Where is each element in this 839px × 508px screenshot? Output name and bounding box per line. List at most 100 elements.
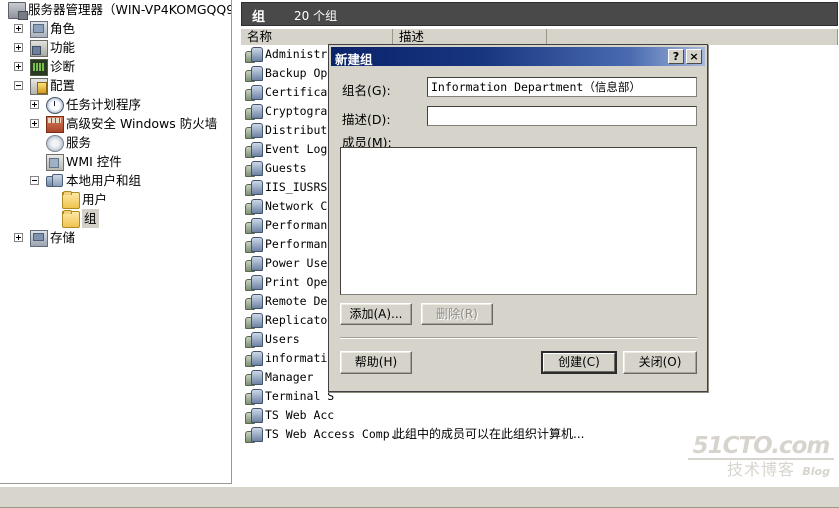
group-name-cell: Users bbox=[265, 332, 300, 346]
group-icon bbox=[245, 123, 263, 139]
diagnostics-icon bbox=[30, 59, 48, 76]
group-icon bbox=[245, 313, 263, 329]
wmi-icon bbox=[46, 154, 64, 171]
configuration-icon bbox=[30, 78, 48, 95]
tree-item-label: 角色 bbox=[50, 21, 76, 36]
group-name-cell: Backup Ope bbox=[265, 66, 335, 80]
column-header-描述[interactable]: 描述 bbox=[393, 29, 547, 45]
watermark-site: 51CTO.com bbox=[688, 434, 834, 460]
tree-item-label: 本地用户和组 bbox=[66, 173, 142, 188]
expand-icon[interactable] bbox=[30, 119, 39, 128]
group-icon bbox=[245, 237, 263, 253]
new-group-dialog[interactable]: 新建组 ? × 组名(G): Information Department（信息… bbox=[328, 44, 708, 392]
collapse-icon[interactable] bbox=[30, 176, 39, 185]
group-icon bbox=[245, 66, 263, 82]
tree-item-label: 组 bbox=[82, 209, 99, 228]
group-name-cell: Performanc bbox=[265, 218, 335, 232]
tree-item-角色[interactable]: 角色 bbox=[0, 19, 231, 38]
help-icon[interactable]: ? bbox=[668, 49, 684, 64]
column-header-row[interactable]: 名称 描述 bbox=[241, 28, 838, 45]
description-input[interactable] bbox=[427, 106, 697, 126]
tree-item-label: 功能 bbox=[50, 40, 76, 55]
tree-item-label: 存储 bbox=[50, 230, 76, 245]
group-icon bbox=[245, 427, 263, 443]
tree-item-任务计划程序[interactable]: 任务计划程序 bbox=[0, 95, 231, 114]
group-icon bbox=[245, 408, 263, 424]
tree-item-label: 诊断 bbox=[50, 59, 76, 74]
list-title-text: 组 bbox=[252, 10, 266, 25]
watermark-subtitle: 技术博客 Blog bbox=[688, 460, 834, 480]
group-name-cell: Replicator bbox=[265, 313, 335, 327]
group-icon bbox=[245, 104, 263, 120]
tree-item-高级安全 Windows 防火墙[interactable]: 高级安全 Windows 防火墙 bbox=[0, 114, 231, 133]
expand-icon[interactable] bbox=[14, 43, 23, 52]
group-name-cell: Guests bbox=[265, 161, 307, 175]
group-icon bbox=[245, 275, 263, 291]
folder-icon bbox=[62, 210, 80, 228]
local-users-groups-icon bbox=[46, 173, 63, 188]
group-name-cell: Network Co bbox=[265, 199, 335, 213]
console-tree-panel[interactable]: 服务器管理器（WIN-VP4KOMGQQ9F） 角色功能诊断配置任务计划程序 高级… bbox=[0, 0, 232, 484]
tree-item-root[interactable]: 服务器管理器（WIN-VP4KOMGQQ9F） bbox=[0, 0, 231, 20]
column-header-名称[interactable]: 名称 bbox=[241, 29, 393, 45]
group-icon bbox=[245, 180, 263, 196]
service-icon bbox=[46, 135, 64, 152]
add-member-button[interactable]: 添加(A)... bbox=[340, 303, 412, 325]
expand-icon[interactable] bbox=[14, 62, 23, 71]
table-row[interactable]: TS Web Acc bbox=[241, 406, 838, 425]
tree-item-WMI 控件[interactable]: WMI 控件 bbox=[0, 152, 231, 171]
tree-item-配置[interactable]: 配置 bbox=[0, 76, 231, 95]
group-name-cell: Distribute bbox=[265, 123, 335, 137]
collapse-icon[interactable] bbox=[14, 81, 23, 90]
dialog-close-button[interactable]: 关闭(O) bbox=[623, 351, 697, 374]
tree-item-本地用户和组[interactable]: 本地用户和组 bbox=[0, 171, 231, 190]
dialog-help-button[interactable]: 帮助(H) bbox=[340, 351, 412, 374]
members-listbox[interactable] bbox=[340, 147, 697, 295]
tree-item-存储[interactable]: 存储 bbox=[0, 228, 231, 247]
expand-icon[interactable] bbox=[14, 24, 23, 33]
group-name-cell: TS Web Access Comp... bbox=[265, 427, 411, 441]
tree-item-诊断[interactable]: 诊断 bbox=[0, 57, 231, 76]
expand-icon[interactable] bbox=[14, 233, 23, 242]
folder-icon bbox=[62, 191, 80, 209]
status-bar bbox=[0, 486, 839, 508]
group-name-cell: informatio bbox=[265, 351, 335, 365]
tree-item-label: 用户 bbox=[82, 192, 108, 207]
group-name-cell: Event Log bbox=[265, 142, 328, 156]
group-icon bbox=[245, 370, 263, 386]
list-count-text: 20 个组 bbox=[294, 9, 338, 23]
group-name-cell: Terminal S bbox=[265, 389, 335, 403]
tree-item-服务[interactable]: 服务 bbox=[0, 133, 231, 152]
group-name-label: 组名(G): bbox=[342, 83, 391, 98]
group-icon bbox=[245, 294, 263, 310]
dialog-title-text: 新建组 bbox=[335, 52, 373, 67]
group-name-input[interactable]: Information Department（信息部） bbox=[427, 77, 697, 97]
close-icon[interactable]: × bbox=[686, 49, 702, 64]
group-icon bbox=[245, 389, 263, 405]
group-description-cell: 此组中的成员可以在此组织计算机... bbox=[393, 427, 585, 441]
group-icon bbox=[245, 351, 263, 367]
tree-item-label: 配置 bbox=[50, 78, 76, 93]
create-button[interactable]: 创建(C) bbox=[541, 351, 617, 374]
tree-item-功能[interactable]: 功能 bbox=[0, 38, 231, 57]
group-icon bbox=[245, 85, 263, 101]
list-title-bar: 组 20 个组 bbox=[241, 2, 838, 26]
watermark-subtitle-text: 技术博客 bbox=[726, 460, 795, 479]
server-manager-window: 服务器管理器（WIN-VP4KOMGQQ9F） 角色功能诊断配置任务计划程序 高级… bbox=[0, 0, 839, 508]
group-icon bbox=[245, 199, 263, 215]
expand-icon[interactable] bbox=[30, 100, 39, 109]
tree-item-用户[interactable]: 用户 bbox=[0, 190, 231, 209]
watermark: 51CTO.com 技术博客 Blog bbox=[688, 434, 834, 482]
roles-icon bbox=[30, 21, 48, 38]
group-name-cell: Administra bbox=[265, 47, 335, 61]
group-icon bbox=[245, 332, 263, 348]
tree-item-组[interactable]: 组 bbox=[0, 209, 231, 228]
storage-icon bbox=[30, 230, 48, 247]
group-icon bbox=[245, 47, 263, 63]
group-icon bbox=[245, 256, 263, 272]
column-header-blank[interactable] bbox=[547, 29, 838, 45]
dialog-title-bar[interactable]: 新建组 ? × bbox=[331, 47, 705, 67]
description-label: 描述(D): bbox=[342, 112, 391, 127]
group-name-cell: Power User bbox=[265, 256, 335, 270]
dialog-separator bbox=[340, 337, 697, 339]
